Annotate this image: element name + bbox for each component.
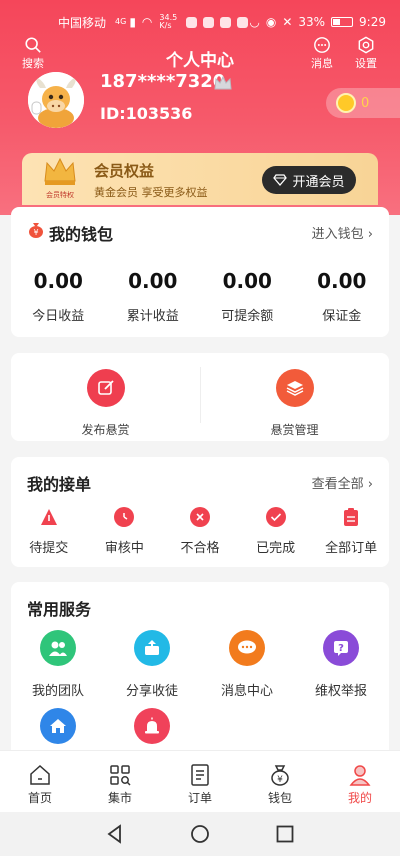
notification-icons: [186, 16, 249, 28]
tab-me[interactable]: 我的: [320, 751, 400, 812]
close-icon: [189, 507, 210, 527]
coin-balance[interactable]: 0: [326, 88, 400, 118]
clock-icon: [114, 507, 135, 527]
team-icon: [40, 630, 76, 666]
membership-subtitle: 黄金会员 享受更多权益: [94, 186, 208, 199]
stat-withdrawable[interactable]: 0.00 可提余额: [200, 269, 295, 324]
wallet-title: 我的钱包: [49, 225, 114, 244]
settings-button[interactable]: 设置: [355, 36, 377, 71]
svg-text:¥: ¥: [33, 228, 38, 237]
service-my-team[interactable]: 我的团队: [11, 630, 105, 699]
avatar[interactable]: [28, 72, 84, 128]
system-navigation-bar: [0, 812, 400, 856]
membership-crown-icon: 会员特权: [44, 157, 76, 199]
money-bag-icon: ¥: [271, 765, 289, 786]
user-phone: 187****7320: [100, 71, 226, 92]
top-navigation: 搜索 个人中心 消息 设置: [0, 36, 400, 71]
membership-banner[interactable]: 会员特权 会员权益 黄金会员 享受更多权益 开通会员: [22, 153, 378, 205]
membership-badge-text: 会员特权: [46, 190, 74, 199]
service-message-center[interactable]: 消息中心: [200, 630, 294, 699]
network-speed: 34.5 K/s: [159, 13, 178, 30]
layers-icon: [275, 369, 314, 407]
edit-icon: [86, 369, 125, 407]
recents-square-icon[interactable]: [274, 823, 296, 845]
tab-home[interactable]: 首页: [0, 751, 80, 812]
user-id: ID:103536: [100, 104, 193, 123]
home-icon: [40, 708, 76, 744]
diamond-icon: [273, 174, 288, 186]
headset-icon: ◡: [249, 15, 260, 29]
carrier-label: 中国移动: [58, 15, 107, 30]
gear-icon: [358, 36, 374, 54]
service-report[interactable]: ? 维权举报: [294, 630, 388, 699]
siren-icon: [134, 708, 170, 744]
wallet-stats: 0.00 今日收益 0.00 累计收益 0.00 可提余额 0.00 保证金: [11, 269, 389, 324]
enter-wallet-link[interactable]: 进入钱包 ›: [312, 223, 373, 242]
page-title: 个人中心: [166, 51, 234, 71]
order-completed[interactable]: 已完成: [238, 507, 314, 556]
network-type: 4G: [115, 17, 127, 26]
clipboard-icon: [341, 507, 361, 527]
tab-orders[interactable]: 订单: [160, 751, 240, 812]
tab-market[interactable]: 集市: [80, 751, 160, 812]
service-share-recruit[interactable]: 分享收徒: [105, 630, 199, 699]
user-icon: [349, 765, 371, 786]
back-triangle-icon[interactable]: [104, 823, 126, 845]
stat-deposit[interactable]: 0.00 保证金: [295, 269, 390, 324]
coin-icon: [336, 93, 356, 113]
wifi-icon: ◠: [141, 15, 153, 29]
order-status-row: 待提交 审核中 不合格 已完成 全部订单: [11, 507, 389, 556]
app-notification-icon: [203, 16, 215, 28]
order-rejected[interactable]: 不合格: [162, 507, 238, 556]
chevron-right-icon: ›: [367, 227, 373, 242]
publish-bounty-button[interactable]: 发布悬赏: [11, 369, 200, 438]
open-membership-button[interactable]: 开通会员: [262, 166, 356, 194]
cow-mascot-icon: [28, 72, 84, 128]
order-under-review[interactable]: 审核中: [87, 507, 163, 556]
battery-icon: [331, 17, 354, 27]
order-pending-submit[interactable]: 待提交: [11, 507, 87, 556]
chat-bubble-icon: [229, 630, 265, 666]
share-icon: [134, 630, 170, 666]
crown-icon: [214, 75, 232, 90]
bounty-management-button[interactable]: 悬赏管理: [200, 369, 389, 438]
home-icon: [30, 764, 50, 785]
warning-triangle-icon: [39, 507, 59, 527]
membership-title: 会员权益: [94, 162, 155, 180]
bottom-tab-bar: 首页 集市 订单 ¥ 钱包 我的: [0, 750, 400, 812]
wallet-icon: ¥: [29, 223, 43, 238]
app-notification-icon: [237, 16, 249, 28]
yen-symbol: ¥: [277, 775, 283, 785]
question-report-icon: ?: [323, 630, 359, 666]
check-icon: [265, 507, 286, 527]
order-all[interactable]: 全部订单: [313, 507, 389, 556]
app-notification-icon: [186, 16, 198, 28]
home-circle-icon[interactable]: [189, 823, 211, 845]
chevron-right-icon: ›: [367, 477, 373, 492]
bounty-card: 发布悬赏 悬赏管理: [11, 353, 389, 441]
my-orders-card: 我的接单 查看全部 › 待提交 审核中 不合格 已完成 全部订单: [11, 457, 389, 567]
stat-today-income[interactable]: 0.00 今日收益: [11, 269, 106, 324]
document-list-icon: [191, 764, 209, 786]
wallet-card: ¥ 我的钱包 进入钱包 › 0.00 今日收益 0.00 累计收益 0.00 可…: [11, 207, 389, 337]
mute-icon: ✕: [282, 15, 293, 29]
services-title: 常用服务: [27, 600, 92, 619]
view-all-orders-link[interactable]: 查看全部 ›: [312, 473, 373, 492]
grid-search-icon: [110, 765, 131, 786]
signal-icon: ▮: [129, 15, 136, 29]
app-notification-icon: [220, 16, 232, 28]
eye-icon: ◉: [265, 15, 277, 29]
battery-percent: 33%: [298, 15, 326, 29]
clock: 9:29: [359, 15, 386, 29]
tab-wallet[interactable]: ¥ 钱包: [240, 751, 320, 812]
svg-text:?: ?: [338, 643, 344, 654]
orders-title: 我的接单: [27, 475, 92, 494]
message-icon: [314, 37, 330, 53]
stat-total-income[interactable]: 0.00 累计收益: [106, 269, 201, 324]
common-services-card: 常用服务 我的团队 分享收徒 消息中心 ? 维权举报: [11, 582, 389, 762]
messages-button[interactable]: 消息: [311, 36, 333, 71]
